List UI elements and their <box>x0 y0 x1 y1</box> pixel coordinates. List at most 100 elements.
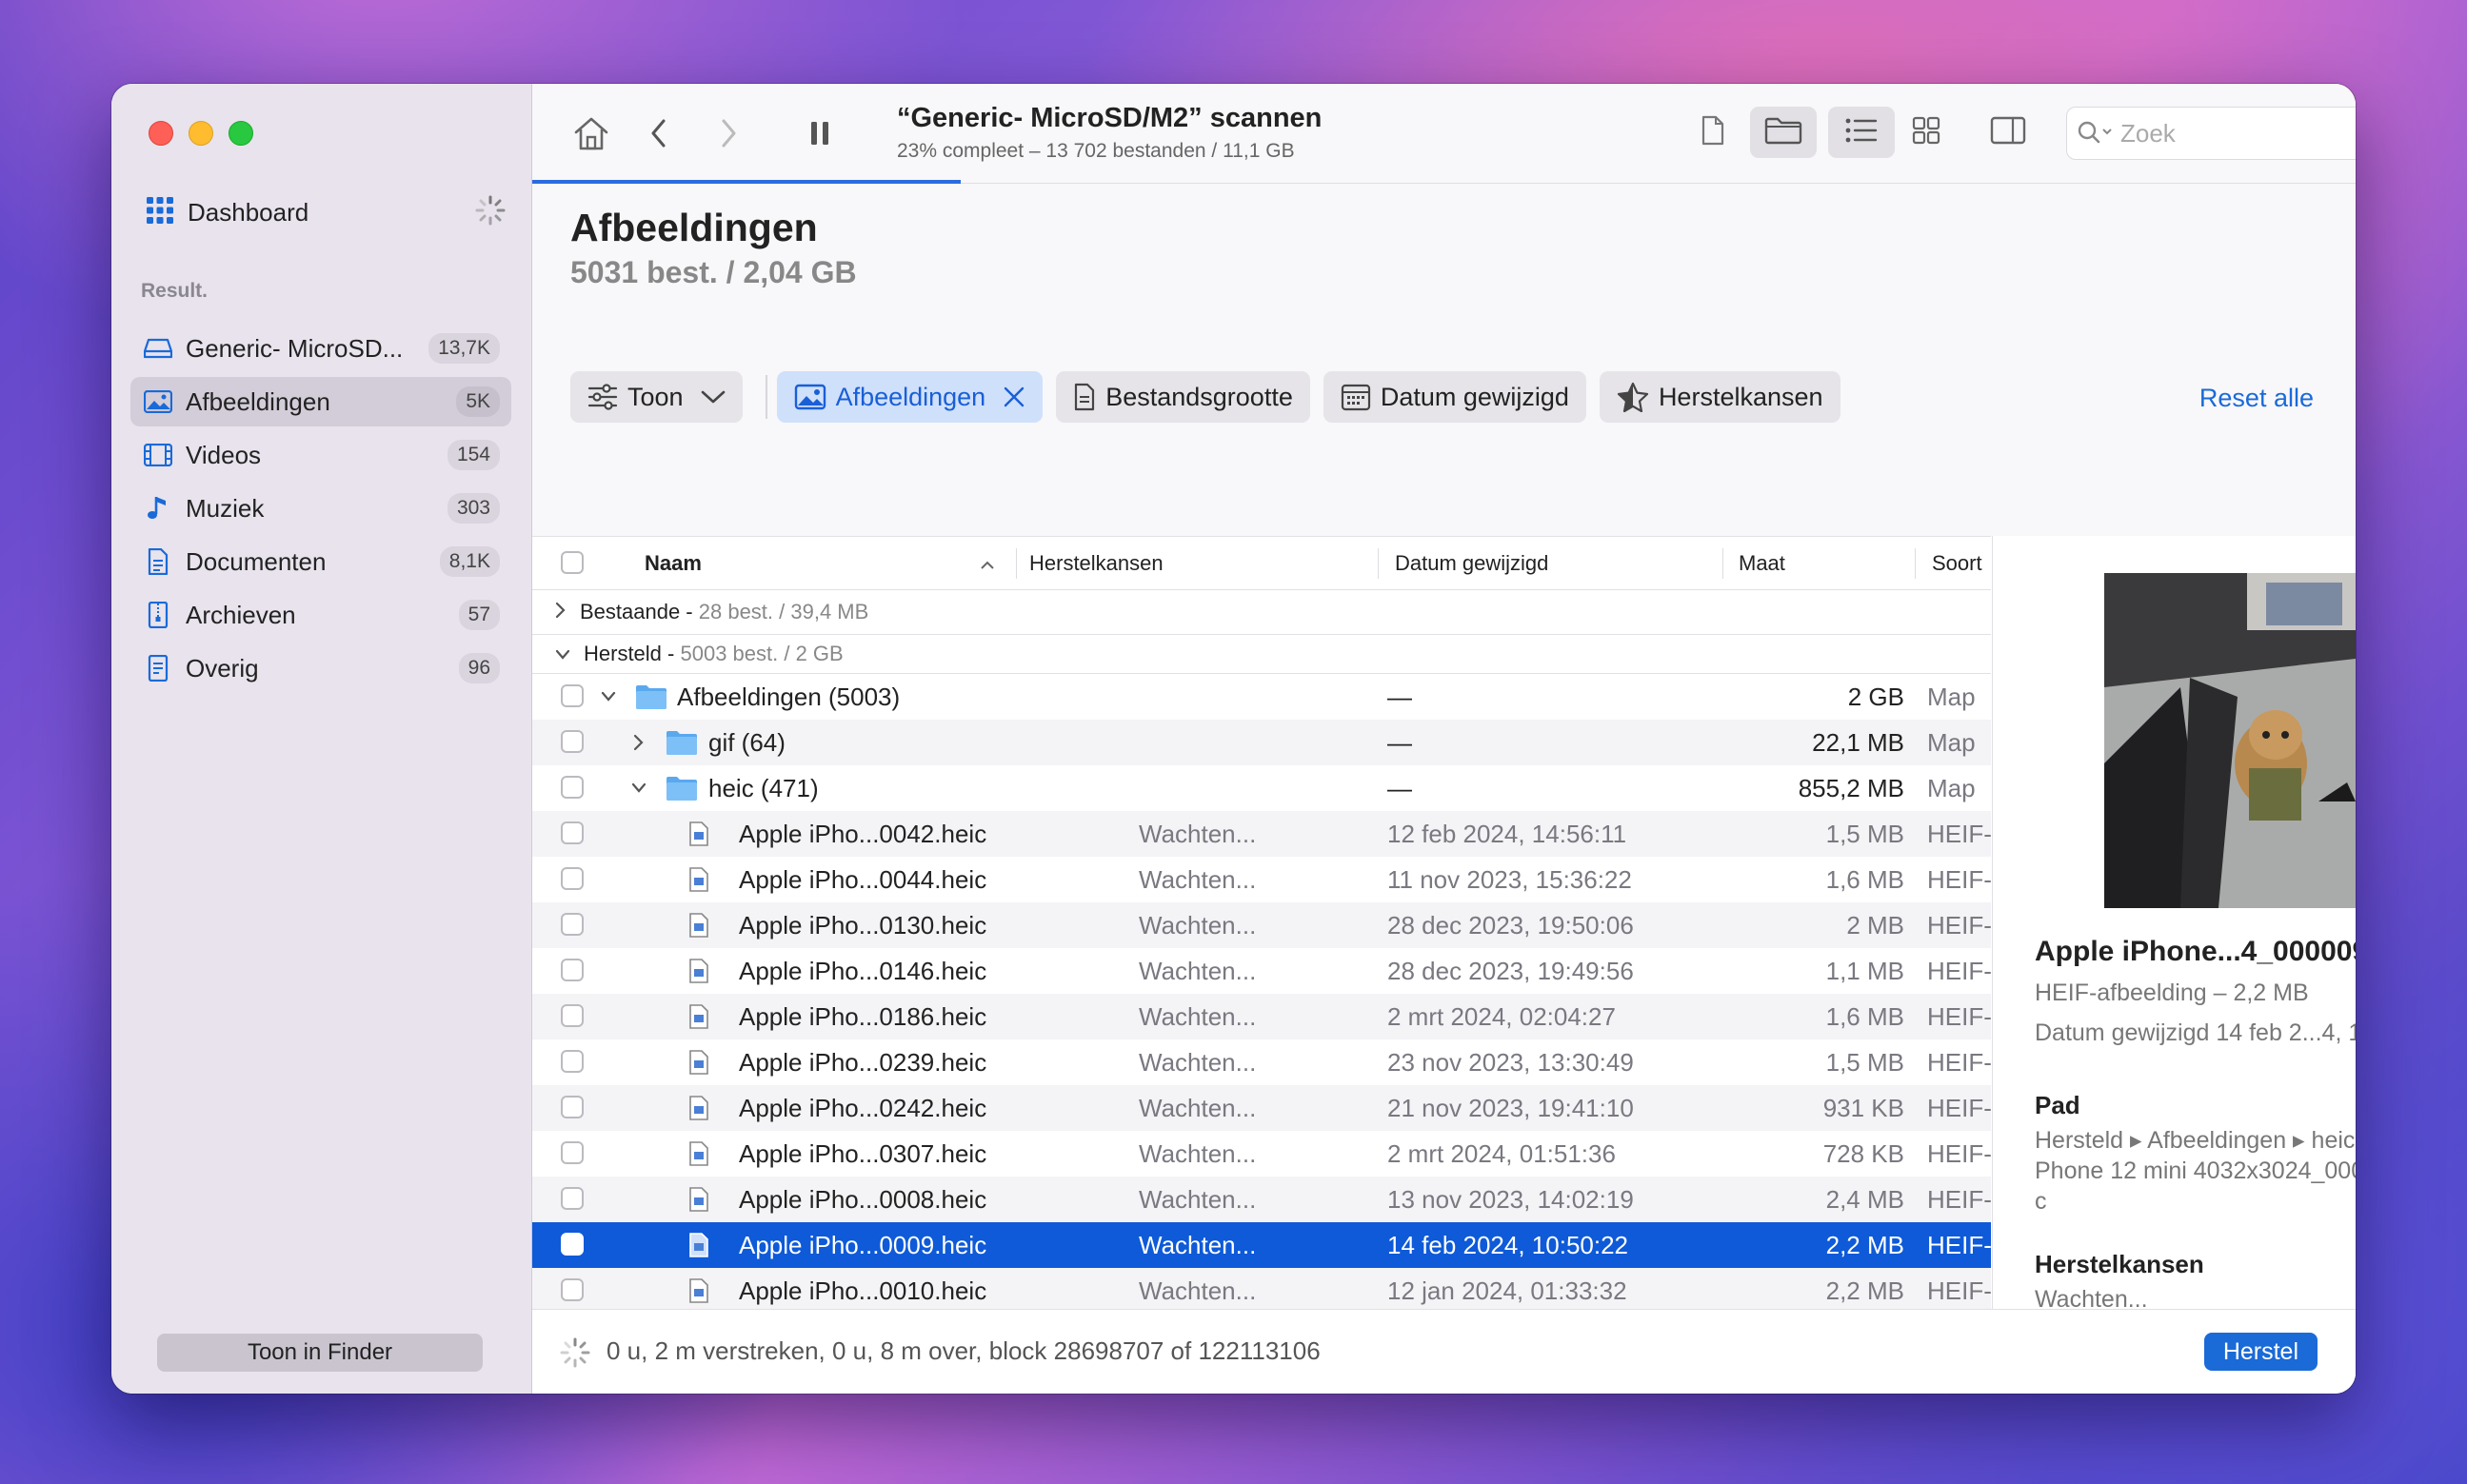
status-text: 0 u, 2 m verstreken, 0 u, 8 m over, bloc… <box>607 1336 1321 1365</box>
table-row[interactable]: Apple iPho...0146.heic Wachten... 28 dec 2… <box>532 948 1991 994</box>
chevron-right-icon[interactable] <box>633 720 645 765</box>
file-name: Apple iPho...0239.heic <box>739 1048 987 1077</box>
file-size: 1,5 MB <box>1825 1048 1904 1077</box>
images-filter-chip[interactable]: Afbeeldingen <box>776 371 1044 423</box>
zoom-button[interactable] <box>229 121 253 146</box>
row-checkbox[interactable] <box>561 684 584 707</box>
row-checkbox[interactable] <box>561 730 584 753</box>
folder-view-button[interactable] <box>1750 107 1817 158</box>
row-checkbox[interactable] <box>561 1096 584 1118</box>
column-size[interactable]: Maat <box>1739 537 1785 589</box>
table-row[interactable]: Apple iPho...0010.heic Wachten... 12 jan 2… <box>532 1268 1991 1314</box>
image-file-icon <box>688 867 709 892</box>
column-separator <box>1722 548 1723 579</box>
column-kind[interactable]: Soort <box>1932 537 1982 589</box>
group-restored[interactable]: Hersteld - 5003 best. / 2 GB <box>532 635 1991 674</box>
select-all-checkbox[interactable] <box>561 551 584 574</box>
home-icon[interactable] <box>570 112 612 154</box>
size-filter-button[interactable]: Bestandsgrootte <box>1056 371 1310 423</box>
table-row[interactable]: Apple iPho...0044.heic Wachten... 11 nov 2… <box>532 857 1991 902</box>
row-checkbox[interactable] <box>561 1233 584 1256</box>
table-row[interactable]: Apple iPho...0009.heic Wachten... 14 feb 2… <box>532 1222 1991 1268</box>
table-row[interactable]: Apple iPho...0186.heic Wachten... 2 mrt 20… <box>532 994 1991 1039</box>
row-checkbox[interactable] <box>561 1278 584 1301</box>
show-in-finder-button[interactable]: Toon in Finder <box>157 1334 483 1372</box>
file-date: — <box>1387 774 1412 802</box>
chances-filter-button[interactable]: Herstelkansen <box>1599 371 1840 423</box>
column-date[interactable]: Datum gewijzigd <box>1395 537 1548 589</box>
table-row[interactable]: gif (64) — 22,1 MB Map <box>532 720 1991 765</box>
row-checkbox[interactable] <box>561 821 584 844</box>
file-date: 14 feb 2024, 10:50:22 <box>1387 1231 1629 1259</box>
sidebar-item-archives[interactable]: Archieven 57 <box>130 590 511 640</box>
sort-ascending-icon[interactable] <box>980 537 995 589</box>
forward-icon[interactable] <box>707 112 749 154</box>
file-view-button[interactable] <box>1687 107 1739 158</box>
row-checkbox[interactable] <box>561 867 584 890</box>
image-file-icon <box>688 1096 709 1120</box>
toggle-preview-button[interactable] <box>1982 107 2034 158</box>
file-date: — <box>1387 728 1412 757</box>
row-checkbox[interactable] <box>561 776 584 799</box>
column-chances[interactable]: Herstelkansen <box>1029 537 1164 589</box>
file-kind: HEIF- <box>1927 1185 1991 1214</box>
group-existing[interactable]: Bestaande - 28 best. / 39,4 MB <box>532 590 1991 635</box>
chevron-down-icon[interactable] <box>631 765 647 811</box>
chevron-right-icon[interactable] <box>555 600 567 624</box>
size-filter-label: Bestandsgrootte <box>1105 382 1293 411</box>
chevron-down-icon[interactable] <box>555 642 570 666</box>
grid-view-button[interactable] <box>1900 107 1952 158</box>
date-filter-button[interactable]: Datum gewijzigd <box>1323 371 1586 423</box>
folder-icon <box>635 683 667 710</box>
row-checkbox[interactable] <box>561 913 584 936</box>
toolbar: “Generic- MicroSD/M2” scannen 23% comple… <box>532 84 2356 184</box>
file-name: Apple iPho...0008.heic <box>739 1185 987 1214</box>
file-date: 2 mrt 2024, 01:51:36 <box>1387 1139 1616 1168</box>
column-name[interactable]: Naam <box>645 537 702 589</box>
sidebar-item-videos[interactable]: Videos 154 <box>130 430 511 480</box>
show-filter-button[interactable]: Toon <box>570 371 743 423</box>
calendar-icon <box>1341 383 1371 411</box>
table-row[interactable]: Apple iPho...0239.heic Wachten... 23 nov 2… <box>532 1039 1991 1085</box>
file-name: Apple iPho...0242.heic <box>739 1094 987 1122</box>
chevron-down-icon[interactable] <box>601 674 616 720</box>
table-row[interactable]: Afbeeldingen (5003) — 2 GB Map <box>532 674 1991 720</box>
row-checkbox[interactable] <box>561 1004 584 1027</box>
back-icon[interactable] <box>638 112 680 154</box>
file-size: 2 GB <box>1847 683 1904 711</box>
count-badge: 96 <box>458 653 500 683</box>
sidebar-item-other[interactable]: Overig 96 <box>130 643 511 693</box>
recover-button[interactable]: Herstel <box>2203 1333 2318 1371</box>
image-file-icon <box>688 1187 709 1212</box>
close-button[interactable] <box>149 121 173 146</box>
page-title: Afbeeldingen <box>570 206 818 249</box>
sidebar-item-music[interactable]: Muziek 303 <box>130 484 511 533</box>
scan-progress-text: 23% compleet – 13 702 bestanden / 11,1 G… <box>897 140 1295 162</box>
count-badge: 154 <box>447 440 500 470</box>
minimize-button[interactable] <box>189 121 213 146</box>
row-checkbox[interactable] <box>561 1187 584 1210</box>
count-badge: 5K <box>456 386 500 417</box>
table-row[interactable]: Apple iPho...0008.heic Wachten... 13 nov 2… <box>532 1177 1991 1222</box>
sidebar-item-images[interactable]: Afbeeldingen 5K <box>130 377 511 426</box>
list-view-button[interactable] <box>1828 107 1895 158</box>
sidebar-item-dashboard[interactable]: Dashboard <box>146 190 507 234</box>
count-badge: 303 <box>447 493 500 524</box>
table-row[interactable]: Apple iPho...0042.heic Wachten... 12 feb 2… <box>532 811 1991 857</box>
table-row[interactable]: heic (471) — 855,2 MB Map <box>532 765 1991 811</box>
sidebar-item-documents[interactable]: Documenten 8,1K <box>130 537 511 586</box>
pause-icon[interactable] <box>799 112 841 154</box>
reset-all-link[interactable]: Reset alle <box>2199 384 2314 413</box>
row-checkbox[interactable] <box>561 959 584 981</box>
table-row[interactable]: Apple iPho...0242.heic Wachten... 21 nov 2… <box>532 1085 1991 1131</box>
count-badge: 13,7K <box>428 333 500 364</box>
file-date: 11 nov 2023, 15:36:22 <box>1387 865 1632 894</box>
search-input[interactable]: Zoek <box>2066 107 2356 160</box>
file-size: 22,1 MB <box>1812 728 1904 757</box>
table-row[interactable]: Apple iPho...0130.heic Wachten... 28 dec 2… <box>532 902 1991 948</box>
row-checkbox[interactable] <box>561 1141 584 1164</box>
table-row[interactable]: Apple iPho...0307.heic Wachten... 2 mrt 20… <box>532 1131 1991 1177</box>
close-icon[interactable] <box>1003 386 1025 408</box>
sidebar-item-drive[interactable]: Generic- MicroSD... 13,7K <box>130 324 511 373</box>
row-checkbox[interactable] <box>561 1050 584 1073</box>
